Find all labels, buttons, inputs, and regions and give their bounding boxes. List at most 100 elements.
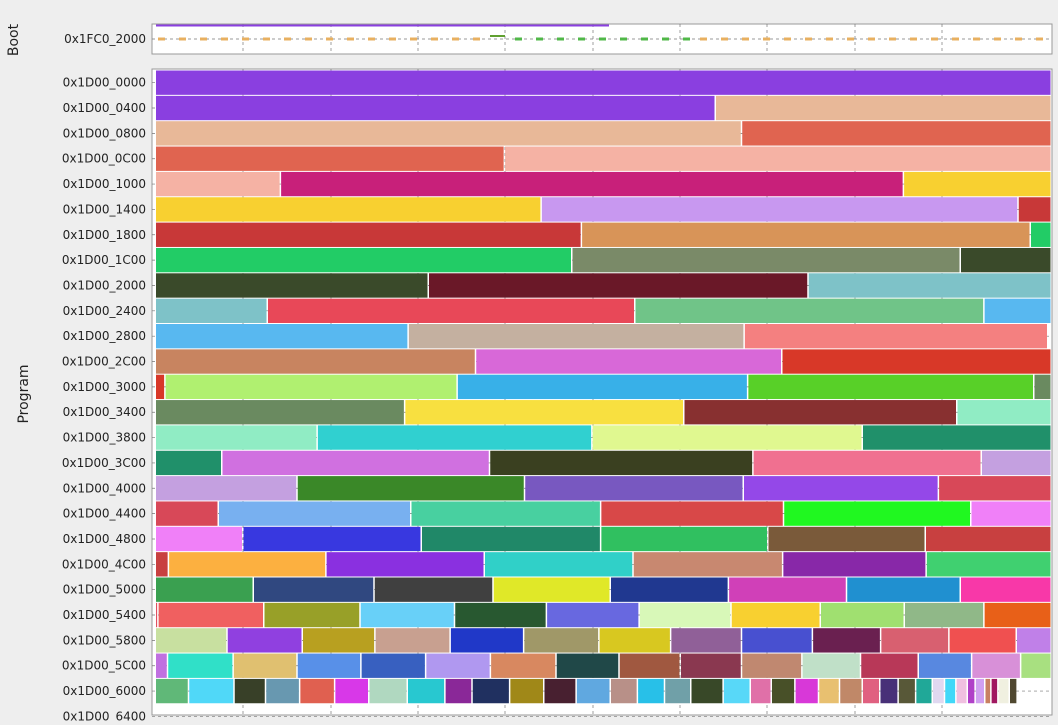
segment-0x1D00_3000-3 (748, 374, 1033, 400)
segment-0x1D00_5800-11 (949, 628, 1016, 653)
segment-0x1D00_6000-5 (335, 678, 368, 704)
segment-0x1D00_3C00-3 (753, 450, 981, 476)
segment-0x1D00_4400-2 (411, 501, 600, 526)
row-label-0x1D00_3C00: 0x1D00_3C00 (62, 456, 146, 470)
segment-0x1D00_5800-10 (881, 628, 949, 653)
segment-0x1D00_0000-0 (156, 70, 1051, 95)
segment-0x1D00_1400-1 (541, 197, 1018, 222)
row-label-0x1D00_2C00: 0x1D00_2C00 (62, 355, 146, 369)
segment-0x1D00_1000-2 (904, 171, 1051, 197)
memory-map-svg: 0x1FC0_2000 0x1D00_0000 0x1D00_0400 0x1D00_… (6, 23, 1053, 723)
segment-0x1D00_6000-21 (819, 678, 839, 704)
segment-0x1D00_0C00-0 (156, 146, 504, 171)
segment-0x1D00_6000-15 (665, 678, 690, 704)
segment-0x1D00_6000-8 (445, 678, 472, 704)
segment-0x1D00_4C00-6 (926, 552, 1051, 577)
row-label-0x1D00_4000: 0x1D00_4000 (63, 481, 146, 495)
segment-0x1D00_4C00-2 (326, 552, 484, 577)
segment-0x1D00_2C00-0 (156, 349, 475, 374)
segment-0x1D00_0800-0 (156, 121, 741, 146)
row-label-0x1D00_1800: 0x1D00_1800 (63, 228, 146, 242)
segment-0x1D00_4800-1 (243, 526, 421, 552)
segment-0x1D00_3000-2 (457, 374, 747, 400)
segment-0x1D00_2800-1 (408, 324, 744, 349)
segment-0x1D00_5000-1 (254, 577, 374, 602)
segment-0x1D00_5C00-10 (742, 653, 802, 678)
memory-map-chart: 0x1FC0_2000 0x1D00_0000 0x1D00_0400 0x1D00_… (0, 0, 1058, 723)
row-label-0x1D00_1000: 0x1D00_1000 (63, 177, 146, 191)
segment-0x1D00_1400-0 (156, 197, 541, 222)
row-label-0x1D00_0400: 0x1D00_0400 (63, 101, 146, 115)
segment-0x1D00_6000-32 (985, 678, 991, 704)
segment-0x1D00_5400-3 (360, 602, 454, 628)
segment-0x1D00_5C00-8 (619, 653, 680, 678)
segment-0x1D00_6000-19 (772, 678, 795, 704)
row-label-0x1D00_6400: 0x1D00_6400 (63, 709, 146, 721)
segment-0x1D00_3400-3 (957, 400, 1051, 425)
segment-0x1D00_5400-10 (984, 602, 1051, 628)
row-label-0x1D00_2000: 0x1D00_2000 (63, 278, 146, 292)
segment-0x1D00_4000-2 (525, 476, 743, 501)
group-label-boot: Boot (6, 23, 22, 56)
segment-0x1D00_6000-6 (369, 678, 407, 704)
segment-0x1D00_5800-7 (671, 628, 741, 653)
segment-0x1D00_4C00-0 (156, 552, 168, 577)
segment-0x1D00_4800-4 (768, 526, 925, 552)
segment-0x1D00_6000-20 (795, 678, 818, 704)
segment-0x1D00_5400-7 (731, 602, 820, 628)
tick-labels: 0x1FC0_2000 0x1D00_0000 0x1D00_0400 0x1D00_… (62, 32, 146, 723)
group-label-program: Program (16, 364, 32, 423)
segment-0x1D00_2400-2 (635, 298, 984, 323)
segment-0x1D00_6000-7 (408, 678, 445, 704)
segment-0x1D00_6000-29 (956, 678, 967, 704)
segment-0x1D00_5800-9 (813, 628, 880, 653)
segment-0x1D00_5C00-5 (426, 653, 490, 678)
segment-0x1D00_0400-0 (156, 95, 715, 121)
segment-0x1D00_0800-1 (742, 121, 1051, 146)
row-label-0x1D00_5400: 0x1D00_5400 (63, 608, 146, 622)
segment-0x1D00_1C00-0 (156, 247, 571, 273)
row-label-0x1D00_1C00: 0x1D00_1C00 (62, 253, 146, 267)
segment-0x1D00_5800-2 (303, 628, 375, 653)
segment-0x1D00_2C00-2 (782, 349, 1051, 374)
segment-0x1D00_5800-8 (742, 628, 812, 653)
segment-0x1D00_3C00-4 (982, 450, 1051, 476)
segment-0x1D00_4800-0 (156, 526, 242, 552)
segment-0x1D00_2400-3 (984, 298, 1051, 323)
segment-0x1D00_1C00-2 (961, 247, 1051, 273)
segment-0x1D00_5C00-9 (681, 653, 741, 678)
segment-0x1D00_4C00-1 (169, 552, 326, 577)
row-label-0x1D00_1400: 0x1D00_1400 (63, 202, 146, 216)
segment-0x1D00_2800-0 (156, 324, 408, 349)
segment-0x1D00_3C00-1 (222, 450, 489, 476)
segment-0x1D00_5400-5 (547, 602, 639, 628)
segment-0x1D00_5800-0 (156, 628, 227, 653)
segment-0x1D00_3800-1 (317, 425, 592, 450)
segment-0x1D00_2000-1 (429, 273, 808, 298)
segment-0x1D00_5400-6 (639, 602, 731, 628)
segment-0x1D00_6000-17 (723, 678, 750, 704)
segment-0x1D00_6000-3 (266, 678, 299, 704)
segment-0x1D00_6000-25 (898, 678, 915, 704)
segment-0x1D00_6000-11 (544, 678, 576, 704)
row-label-0x1D00_4400: 0x1D00_4400 (63, 507, 146, 521)
segment-0x1D00_5C00-7 (556, 653, 619, 678)
segment-0x1D00_5000-4 (611, 577, 728, 602)
segment-0x1D00_5C00-3 (297, 653, 361, 678)
segment-0x1D00_6000-10 (510, 678, 543, 704)
segment-0x1D00_5C00-0 (156, 653, 167, 678)
segment-0x1D00_1400-2 (1018, 197, 1051, 222)
segment-0x1D00_5000-2 (374, 577, 493, 602)
segment-0x1D00_4000-4 (939, 476, 1051, 501)
segment-0x1D00_5000-5 (729, 577, 846, 602)
segment-0x1D00_1000-0 (156, 171, 280, 197)
segment-0x1D00_6000-12 (576, 678, 610, 704)
row-label-0x1D00_5000: 0x1D00_5000 (63, 583, 146, 597)
segment-0x1D00_6000-30 (968, 678, 975, 704)
segment-0x1D00_3000-4 (1034, 374, 1051, 400)
segment-0x1D00_5400-8 (821, 602, 904, 628)
segment-0x1D00_5C00-15 (1021, 653, 1051, 678)
row-label-0x1D00_4800: 0x1D00_4800 (63, 532, 146, 546)
segment-0x1D00_6000-4 (300, 678, 334, 704)
segment-0x1D00_2400-1 (268, 298, 634, 323)
